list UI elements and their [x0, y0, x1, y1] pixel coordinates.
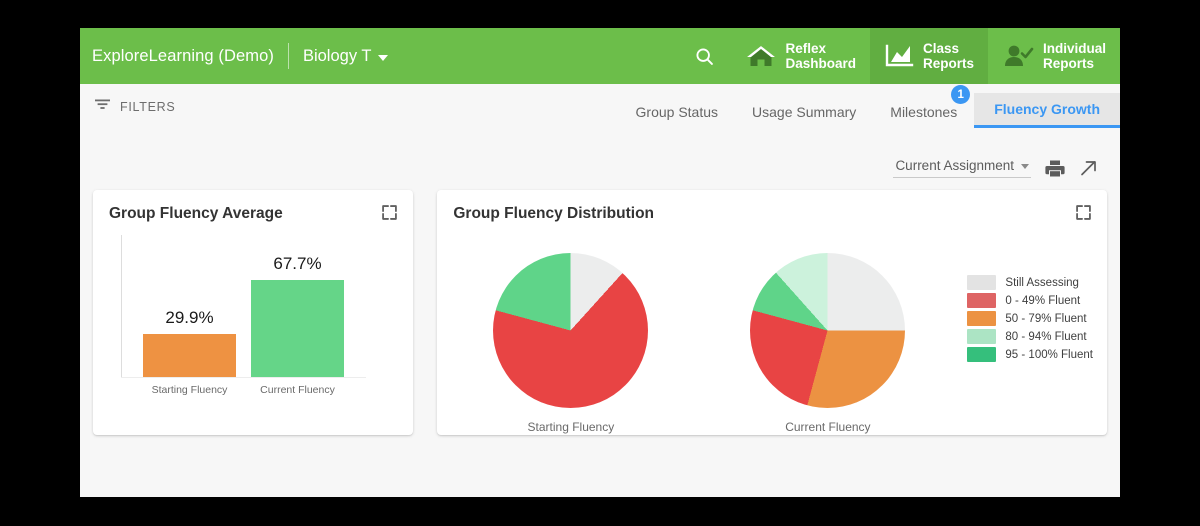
class-selector[interactable]: Biology T: [289, 46, 389, 66]
group-fluency-distribution-title: Group Fluency Distribution: [453, 205, 655, 222]
report-content: Current Assignment Group Fluency Average…: [80, 128, 1120, 497]
tab-milestones[interactable]: Milestones 1: [873, 85, 974, 128]
printer-icon: [1045, 160, 1065, 176]
tab-milestones-label: Milestones: [890, 104, 958, 120]
legend-swatch: [967, 275, 997, 290]
group-fluency-average-title: Group Fluency Average: [109, 205, 283, 222]
bar-starting-fluency[interactable]: 29.9% Starting Fluency: [143, 308, 236, 396]
report-tabs: Group Status Usage Summary Milestones 1 …: [619, 84, 1120, 128]
chevron-down-icon: [1021, 164, 1029, 169]
legend-swatch: [967, 347, 997, 362]
pie-starting-fluency-label: Starting Fluency: [527, 420, 615, 434]
legend-label: 50 - 79% Fluent: [1005, 312, 1087, 325]
nav-item-class-reports-label: Class Reports: [922, 40, 974, 72]
nav-item-individual-reports[interactable]: Individual Reports: [988, 28, 1120, 84]
pie-current-fluency-label: Current Fluency: [785, 420, 871, 434]
nav-item-individual-reports-label: Individual Reports: [1042, 40, 1106, 72]
filter-icon: [94, 97, 111, 116]
nav-item-class-reports[interactable]: Class Reports: [869, 28, 988, 84]
charts-row: Group Fluency Average 29.9% Starting Flu…: [87, 190, 1113, 435]
legend-label: 95 - 100% Fluent: [1005, 348, 1093, 361]
class-selector-label: Biology T: [302, 46, 372, 65]
nav-item-reflex-dashboard-label: Reflex Dashboard: [785, 40, 856, 72]
legend-label: 80 - 94% Fluent: [1005, 330, 1087, 343]
tab-group-status[interactable]: Group Status: [619, 96, 736, 128]
legend-label: Still Assessing: [1005, 276, 1079, 289]
group-fluency-average-card: Group Fluency Average 29.9% Starting Flu…: [93, 190, 414, 435]
legend-swatch: [967, 293, 997, 308]
print-button[interactable]: [1045, 159, 1065, 178]
sub-navigation-bar: FILTERS Group Status Usage Summary Miles…: [80, 84, 1120, 128]
bar-current-fluency-value: 67.7%: [273, 254, 322, 273]
search-button[interactable]: [676, 28, 732, 84]
brand-name: ExploreLearning (Demo): [92, 46, 274, 65]
nav-item-reflex-dashboard[interactable]: Reflex Dashboard: [732, 28, 870, 84]
pie-current-fluency[interactable]: [750, 253, 906, 408]
assignment-dropdown[interactable]: Current Assignment: [893, 158, 1031, 178]
legend-item[interactable]: 95 - 100% Fluent: [967, 347, 1093, 362]
bar-chart-x-axis: [121, 377, 366, 378]
legend-swatch: [967, 329, 997, 344]
top-navigation-bar: ExploreLearning (Demo) Biology T Reflex …: [80, 28, 1120, 84]
assignment-dropdown-label: Current Assignment: [895, 158, 1014, 173]
external-link-icon: [1081, 160, 1096, 175]
group-fluency-average-bar-chart: 29.9% Starting Fluency 67.7% Current Flu…: [121, 235, 366, 405]
bar-starting-fluency-fill: [143, 334, 236, 377]
pie-block-starting-fluency: Starting Fluency: [493, 253, 649, 434]
fullscreen-icon[interactable]: [381, 204, 398, 226]
top-nav-items: Reflex Dashboard Class Reports Individua…: [676, 28, 1120, 84]
fluency-legend: Still Assessing 0 - 49% Fluent 50 - 79% Fl…: [967, 275, 1093, 362]
legend-item[interactable]: 80 - 94% Fluent: [967, 329, 1093, 344]
legend-item[interactable]: 0 - 49% Fluent: [967, 293, 1093, 308]
filters-button[interactable]: FILTERS: [80, 97, 175, 128]
bar-chart-y-axis: [121, 235, 122, 378]
tab-usage-summary[interactable]: Usage Summary: [735, 96, 873, 128]
legend-item[interactable]: Still Assessing: [967, 275, 1093, 290]
bar-starting-fluency-value: 29.9%: [165, 308, 214, 327]
person-check-icon: [1002, 43, 1034, 69]
home-icon: [746, 43, 776, 69]
bar-current-fluency-fill: [251, 280, 344, 377]
chart-icon: [884, 43, 914, 69]
legend-swatch: [967, 311, 997, 326]
open-external-button[interactable]: [1079, 159, 1099, 178]
legend-label: 0 - 49% Fluent: [1005, 294, 1081, 307]
bar-current-fluency-label: Current Fluency: [260, 384, 335, 396]
filters-label: FILTERS: [120, 99, 176, 114]
bar-current-fluency[interactable]: 67.7% Current Fluency: [251, 254, 344, 396]
tab-usage-summary-label: Usage Summary: [752, 104, 857, 120]
tab-group-status-label: Group Status: [635, 104, 719, 120]
chevron-down-icon: [378, 54, 389, 61]
report-toolbar: Current Assignment: [87, 128, 1113, 190]
tab-fluency-growth[interactable]: Fluency Growth: [974, 93, 1120, 128]
fluency-distribution-pies: Starting Fluency Current Fluency Still A…: [437, 223, 1107, 434]
brand-area: ExploreLearning (Demo) Biology T: [80, 28, 389, 84]
bar-starting-fluency-label: Starting Fluency: [151, 384, 228, 396]
search-icon: [696, 47, 713, 65]
legend-item[interactable]: 50 - 79% Fluent: [967, 311, 1093, 326]
milestones-badge: 1: [951, 85, 971, 104]
pie-starting-fluency[interactable]: [493, 253, 649, 408]
pie-block-current-fluency: Current Fluency: [750, 253, 906, 434]
application-window: ExploreLearning (Demo) Biology T Reflex …: [80, 28, 1120, 497]
group-fluency-distribution-card: Group Fluency Distribution Starting Flue…: [437, 190, 1107, 435]
tab-fluency-growth-label: Fluency Growth: [994, 101, 1100, 117]
